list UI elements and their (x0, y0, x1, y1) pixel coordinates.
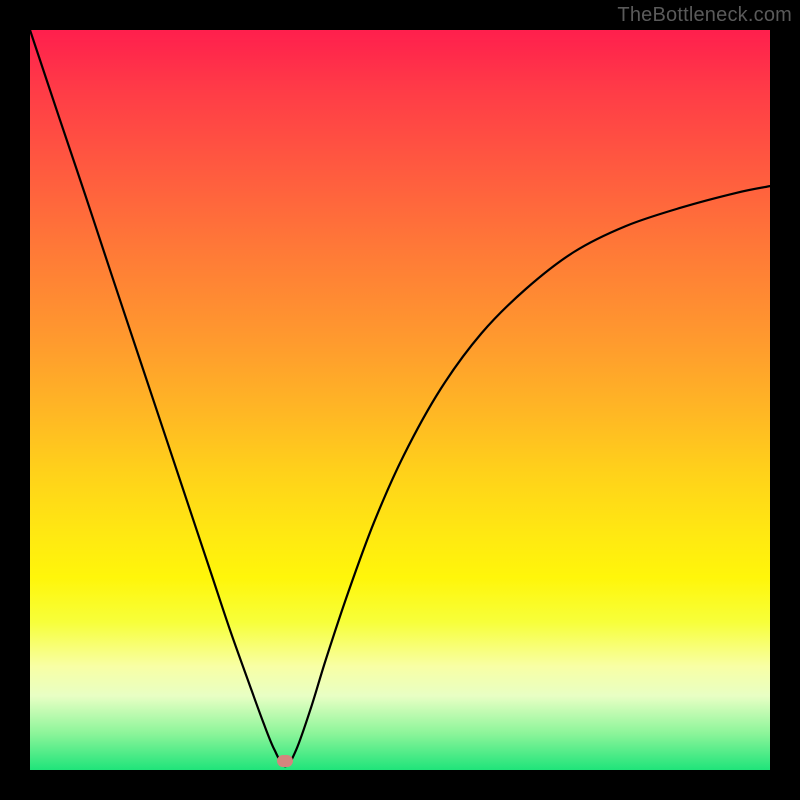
chart-frame: TheBottleneck.com (0, 0, 800, 800)
optimal-point-marker (277, 755, 293, 767)
plot-area (30, 30, 770, 770)
watermark-text: TheBottleneck.com (617, 4, 792, 27)
bottleneck-curve (30, 30, 770, 770)
